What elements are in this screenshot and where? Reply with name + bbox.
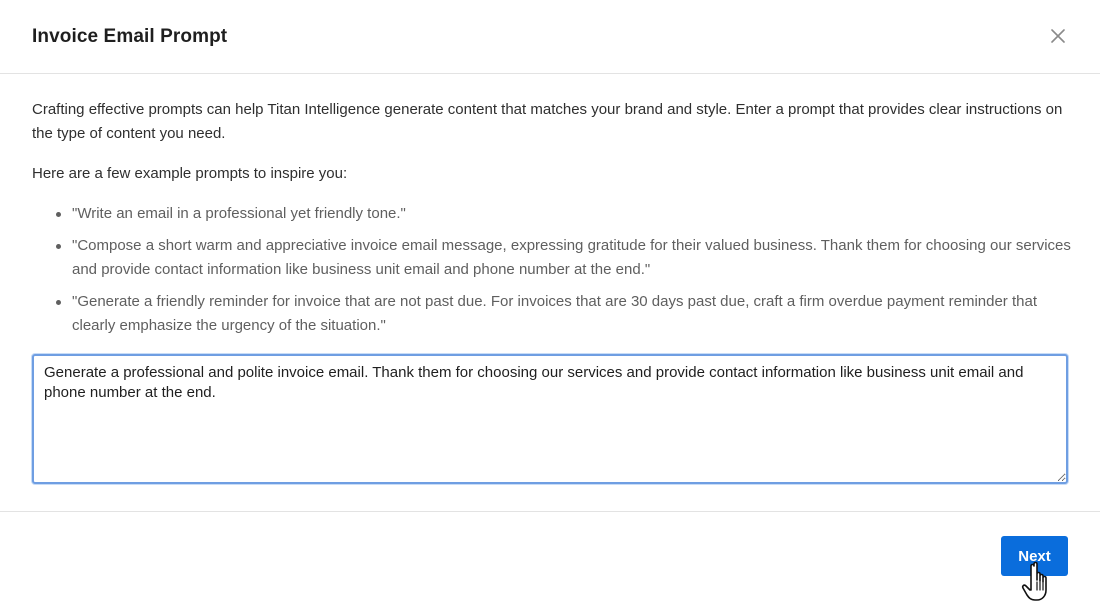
example-prompt-item: "Generate a friendly reminder for invoic…: [56, 290, 1072, 338]
dialog-title: Invoice Email Prompt: [32, 26, 228, 47]
dialog-header: Invoice Email Prompt: [0, 0, 1100, 74]
intro-text: Crafting effective prompts can help Tita…: [32, 101, 1063, 142]
close-button[interactable]: [1048, 26, 1068, 46]
dialog-footer: Next: [0, 511, 1100, 610]
next-button[interactable]: Next: [1001, 536, 1068, 576]
close-icon: [1051, 29, 1065, 43]
dialog-body: Crafting effective prompts can help Tita…: [0, 74, 1100, 338]
example-prompts-list: "Write an email in a professional yet fr…: [32, 202, 1071, 338]
invoice-email-prompt-dialog: Invoice Email Prompt Crafting effective …: [0, 0, 1100, 610]
example-prompt-item: "Write an email in a professional yet fr…: [56, 202, 1072, 226]
examples-heading: Here are a few example prompts to inspir…: [32, 165, 348, 182]
prompt-textarea[interactable]: Generate a professional and polite invoi…: [32, 354, 1068, 484]
example-prompt-item: "Compose a short warm and appreciative i…: [56, 234, 1072, 282]
